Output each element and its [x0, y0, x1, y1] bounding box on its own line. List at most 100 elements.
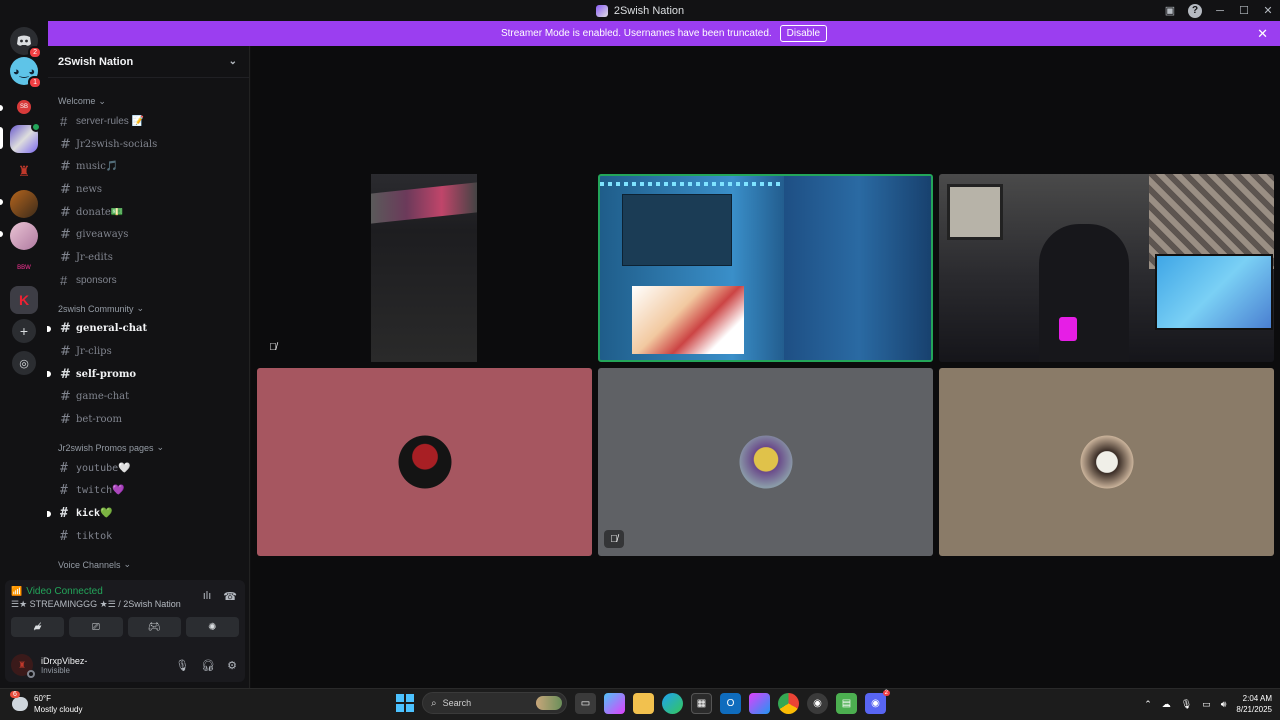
store-icon[interactable]: ▦ [691, 692, 712, 714]
search-placeholder: Search [442, 698, 472, 708]
channel-item[interactable]: # server-rules 📝 [48, 110, 249, 133]
hash-icon: # [60, 113, 68, 129]
muted-icon: 🎙̸ [604, 530, 624, 548]
hash-icon: # [60, 272, 68, 288]
server-orange-icon[interactable] [10, 190, 38, 218]
channel-item[interactable]: # general-chat [47, 318, 249, 341]
hash-icon: # [60, 483, 68, 499]
volume-icon[interactable]: 🔊︎ [1221, 699, 1227, 710]
video-tile-user-gray[interactable]: 🎙̸ [598, 368, 933, 556]
server-anime-icon[interactable] [10, 222, 38, 250]
channel-item[interactable]: # bet-room [48, 408, 249, 431]
minimize-button[interactable]: ─ [1208, 5, 1232, 17]
server-k-icon[interactable]: K [10, 286, 38, 314]
video-tile-user-tan[interactable] [939, 368, 1274, 556]
channel-item[interactable]: # Jr-clips [48, 340, 249, 363]
channel-item[interactable]: # giveaways [48, 223, 249, 246]
screen-share-button[interactable]: ⎚ [69, 617, 123, 637]
avatar [398, 435, 451, 489]
activities-button[interactable]: 🎮︎ [127, 617, 181, 637]
curtain [784, 176, 931, 360]
close-window-button[interactable]: ✕ [1256, 4, 1280, 17]
gear-icon[interactable]: ⚙ [227, 659, 237, 672]
category-community[interactable]: 2swish Community ⌄ [48, 300, 249, 318]
disable-streamer-mode-button[interactable]: Disable [779, 25, 828, 42]
unread-dot [47, 371, 51, 378]
server-red-icon[interactable]: ♜ [10, 157, 38, 185]
title-bar: 2Swish Nation ▣ ? ─ ☐ ✕ [0, 0, 1280, 21]
category-voice[interactable]: Voice Channels ⌄ [48, 556, 249, 574]
microphone-icon[interactable]: 🎙︎ [175, 659, 189, 672]
tv-screen [632, 286, 744, 354]
chevron-up-icon[interactable]: ⌃ [1144, 699, 1152, 710]
user-status: Invisible [41, 665, 70, 675]
edge-icon[interactable] [662, 692, 683, 714]
xbox-app-icon[interactable]: ▤ [836, 692, 857, 714]
user-panel: ♜ iDrxpVibez- Invisible 🎙︎ 🎧︎ ⚙ [5, 650, 245, 680]
headphones-icon[interactable]: 🎧︎ [201, 659, 215, 672]
disconnect-icon[interactable]: ☎ [223, 590, 237, 603]
video-tile-speaking[interactable] [598, 174, 933, 362]
microphone-tray-icon[interactable]: 🎙︎ [1181, 699, 1192, 710]
outlook-icon[interactable]: O [720, 692, 741, 714]
server-bbw-icon[interactable]: BBW [10, 254, 38, 282]
channel-item[interactable]: # game-chat [48, 386, 249, 409]
channel-item[interactable]: # twitch💜 [48, 480, 249, 503]
hash-icon: # [60, 528, 68, 544]
maximize-button[interactable]: ☐ [1232, 4, 1256, 17]
m365-icon[interactable] [749, 692, 770, 714]
server-2swish-icon[interactable] [10, 122, 41, 153]
unread-dot [47, 325, 51, 332]
start-button[interactable] [396, 694, 414, 712]
file-explorer-icon[interactable] [633, 692, 654, 714]
unread-dot [47, 510, 51, 517]
hash-icon: # [60, 249, 71, 265]
channel-item[interactable]: # news [48, 178, 249, 201]
category-promos[interactable]: Jr2swish Promos pages ⌄ [48, 439, 249, 457]
video-tile-phone[interactable]: 🎙̸ [257, 174, 592, 362]
onedrive-icon[interactable]: ☁ [1162, 699, 1171, 710]
taskbar-search[interactable]: ⌕ Search [422, 692, 567, 714]
video-tile-gamer[interactable] [939, 174, 1274, 362]
soundboard-button[interactable]: ✺ [185, 617, 239, 637]
server-sb-icon[interactable]: SB [10, 93, 38, 121]
hash-icon: # [60, 366, 71, 382]
noise-suppression-icon[interactable]: ılı [203, 590, 212, 603]
help-icon[interactable]: ? [1188, 3, 1202, 18]
video-tile-user-red[interactable] [257, 368, 592, 556]
avatar [1080, 435, 1133, 489]
avatar[interactable]: ♜ [11, 654, 35, 678]
channel-item[interactable]: # Jr-edits [48, 246, 249, 269]
server-blue-icon[interactable]: ◕‿◕ 1 [10, 57, 42, 89]
gamepad-icon: 🎮︎ [147, 621, 161, 633]
discord-home-icon[interactable]: 2 [10, 27, 42, 59]
channel-item[interactable]: # donate💵 [48, 201, 249, 224]
inbox-icon[interactable]: ▣ [1158, 4, 1182, 17]
add-server-icon[interactable]: + [12, 319, 36, 343]
online-indicator [31, 122, 41, 132]
copilot-icon[interactable] [604, 692, 625, 714]
obs-icon[interactable]: ◉ [807, 692, 828, 714]
task-view-icon[interactable]: ▭ [575, 692, 596, 714]
close-banner-icon[interactable]: ✕ [1257, 26, 1268, 42]
category-welcome[interactable]: Welcome ⌄ [48, 92, 249, 110]
network-icon[interactable]: ▭ [1202, 699, 1211, 710]
discover-icon[interactable]: ◎ [12, 351, 36, 375]
channel-item[interactable]: # tiktok [48, 525, 249, 548]
chrome-icon[interactable] [778, 692, 799, 714]
channel-item[interactable]: # youtube🤍 [48, 457, 249, 480]
channel-item[interactable]: # music🎵 [48, 155, 249, 178]
channel-item[interactable]: # Jr2swish-socials [48, 133, 249, 156]
channel-item[interactable]: # kick💚 [47, 502, 249, 525]
weather-widget[interactable]: 6 60°F Mostly cloudy [10, 691, 82, 715]
guild-header[interactable]: 2Swish Nation ⌄ [48, 46, 249, 78]
window-controls: ▣ ? ─ ☐ ✕ [1158, 0, 1280, 21]
camera-off-button[interactable]: ▰̸ [11, 617, 65, 637]
weather-badge: 6 [10, 691, 20, 698]
clock[interactable]: 2:04 AM 8/21/2025 [1236, 693, 1272, 715]
channel-item[interactable]: # self-promo [47, 363, 249, 386]
discord-taskbar-icon[interactable]: ◉ 2 [865, 689, 890, 714]
app-logo-icon [595, 4, 608, 17]
channel-item[interactable]: # sponsors [48, 269, 249, 292]
led-strip [600, 182, 790, 186]
